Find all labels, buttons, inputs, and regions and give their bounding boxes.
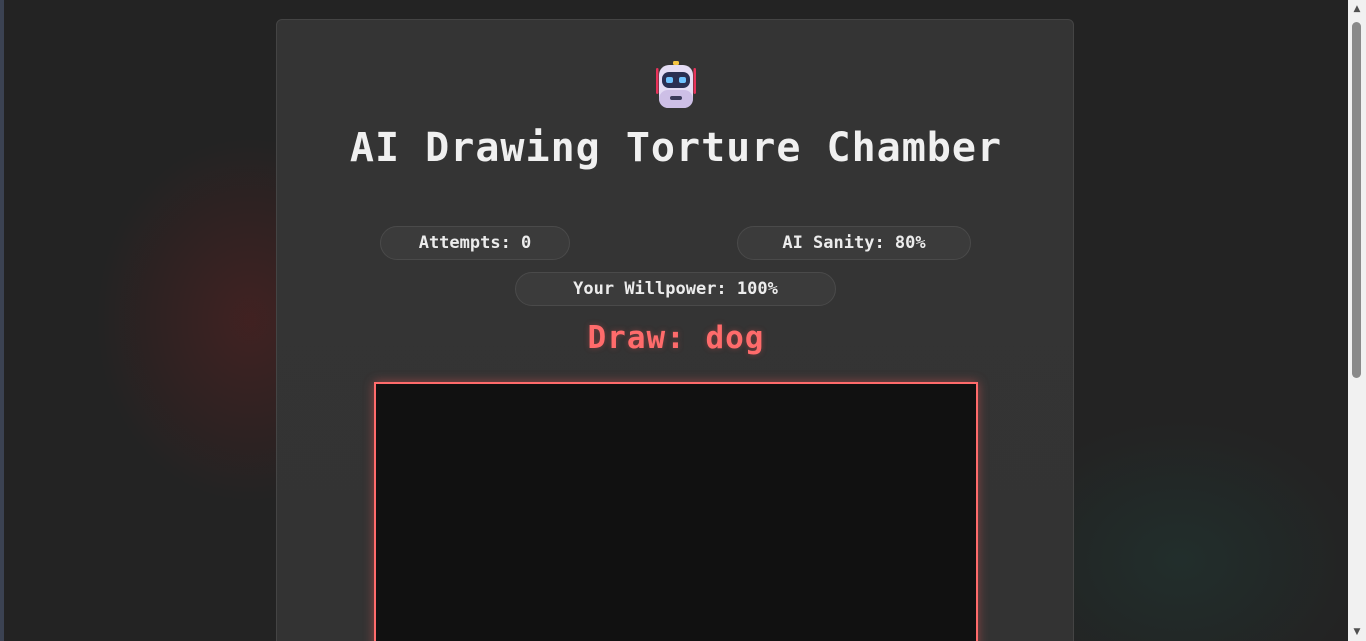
- game-card: AI Drawing Torture Chamber Attempts: 0 A…: [276, 19, 1074, 641]
- scrollbar-thumb[interactable]: [1352, 22, 1361, 378]
- drawing-prompt: Draw: dog: [587, 320, 765, 356]
- window-edge: [0, 0, 4, 641]
- willpower-meter: Your Willpower: 100%: [515, 272, 836, 306]
- vertical-scrollbar[interactable]: ▲ ▼: [1348, 0, 1366, 641]
- ai-sanity-meter: AI Sanity: 80%: [737, 226, 971, 260]
- page-title: AI Drawing Torture Chamber: [349, 125, 1003, 171]
- attempts-counter: Attempts: 0: [380, 226, 570, 260]
- scroll-down-icon[interactable]: ▼: [1348, 623, 1366, 641]
- page-viewport: AI Drawing Torture Chamber Attempts: 0 A…: [0, 0, 1366, 641]
- drawing-canvas[interactable]: [374, 382, 978, 641]
- robot-icon: [652, 60, 700, 112]
- scroll-up-icon[interactable]: ▲: [1348, 0, 1366, 18]
